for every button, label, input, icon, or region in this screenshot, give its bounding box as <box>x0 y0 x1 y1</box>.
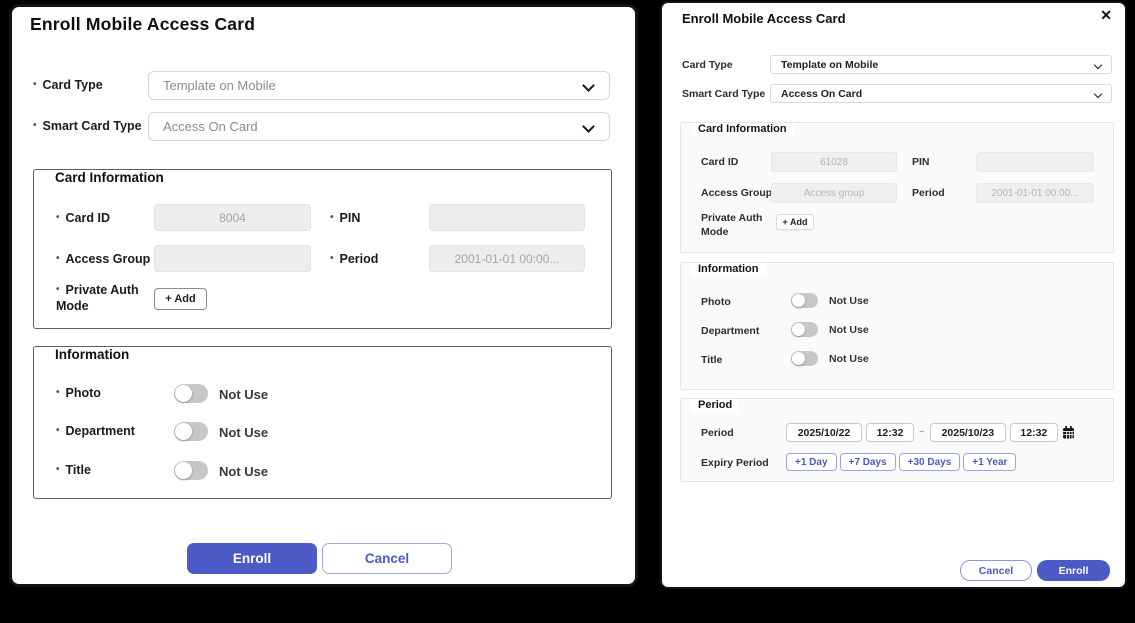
card-id-label: •Card ID <box>56 211 110 225</box>
card-information-fieldset: Card Information Card ID PIN Access Grou… <box>680 122 1114 253</box>
toggle-knob <box>175 423 192 440</box>
toggle-knob <box>175 462 192 479</box>
card-id-input[interactable] <box>771 152 897 172</box>
expiry-plus-7-days-button[interactable]: +7 Days <box>840 453 896 471</box>
photo-label: Photo <box>701 296 731 308</box>
access-group-input[interactable] <box>771 183 897 203</box>
access-group-label: •Access Group <box>56 252 150 266</box>
period-input[interactable] <box>429 245 585 272</box>
bullet-icon: • <box>33 79 37 90</box>
expiry-period-label: Expiry Period <box>701 457 769 469</box>
information-legend: Information <box>691 263 766 275</box>
pin-input[interactable] <box>976 152 1094 172</box>
card-type-select[interactable]: Template on Mobile <box>770 55 1112 74</box>
card-information-legend: Card Information <box>691 123 794 135</box>
department-toggle-state: Not Use <box>219 425 268 440</box>
private-auth-mode-label: Private Auth Mode <box>701 212 765 239</box>
add-private-auth-button[interactable]: + Add <box>776 214 814 230</box>
add-private-auth-button[interactable]: + Add <box>154 288 207 310</box>
department-toggle[interactable] <box>174 422 208 441</box>
card-information-legend: Card Information <box>46 170 173 185</box>
title-toggle[interactable] <box>174 461 208 480</box>
cancel-button[interactable]: Cancel <box>960 560 1032 581</box>
photo-toggle-state: Not Use <box>829 295 869 307</box>
card-type-select[interactable]: Template on Mobile <box>148 71 610 100</box>
private-auth-mode-label: •Private Auth Mode <box>56 283 144 314</box>
period-label: Period <box>701 427 734 439</box>
calendar-icon[interactable] <box>1062 426 1075 439</box>
smart-card-type-label: Smart Card Type <box>682 88 765 100</box>
photo-toggle[interactable] <box>791 293 818 308</box>
photo-label: •Photo <box>56 386 101 400</box>
access-group-label: Access Group <box>701 187 772 199</box>
bullet-icon: • <box>33 120 37 131</box>
chevron-down-icon <box>582 120 595 133</box>
card-type-value: Template on Mobile <box>163 78 276 93</box>
chevron-down-icon <box>1094 61 1102 69</box>
title-toggle-state: Not Use <box>829 353 869 365</box>
start-date-input[interactable]: 2025/10/22 <box>786 423 862 442</box>
period-label: Period <box>912 187 945 199</box>
photo-toggle-state: Not Use <box>219 387 268 402</box>
period-input[interactable] <box>976 183 1094 203</box>
smart-card-type-select[interactable]: Access On Card <box>770 84 1112 103</box>
expiry-plus-1-day-button[interactable]: +1 Day <box>786 453 837 471</box>
information-fieldset: Information Photo Not Use Department Not… <box>680 262 1114 390</box>
title-toggle[interactable] <box>791 351 818 366</box>
period-legend: Period <box>691 399 739 411</box>
toggle-knob <box>175 385 192 402</box>
title-label: •Title <box>56 463 91 477</box>
enroll-button[interactable]: Enroll <box>187 543 317 574</box>
close-icon[interactable]: ✕ <box>1100 8 1112 22</box>
information-legend: Information <box>46 347 138 362</box>
toggle-knob <box>792 352 805 365</box>
end-date-input[interactable]: 2025/10/23 <box>930 423 1006 442</box>
title-label: Title <box>701 354 722 366</box>
card-type-value: Template on Mobile <box>781 59 878 71</box>
expiry-plus-1-year-button[interactable]: +1 Year <box>963 453 1016 471</box>
card-type-label: •Card Type <box>33 78 103 92</box>
card-id-label: Card ID <box>701 156 738 168</box>
card-type-label: Card Type <box>682 59 733 71</box>
right-dialog: Enroll Mobile Access Card ✕ Card Type Te… <box>660 1 1127 589</box>
smart-card-type-select[interactable]: Access On Card <box>148 112 610 141</box>
start-time-input[interactable]: 12:32 <box>866 423 914 442</box>
card-information-fieldset: Card Information •Card ID •PIN •Access G… <box>33 169 612 329</box>
department-label: Department <box>701 325 759 337</box>
range-separator: ~ <box>918 427 926 438</box>
period-fieldset: Period Period 2025/10/22 12:32 ~ 2025/10… <box>680 398 1114 482</box>
expiry-options-row: +1 Day +7 Days +30 Days +1 Year <box>786 453 1016 471</box>
period-label: •Period <box>330 252 378 266</box>
department-toggle-state: Not Use <box>829 324 869 336</box>
left-dialog: Enroll Mobile Access Card •Card Type Tem… <box>9 4 638 587</box>
dialog-title: Enroll Mobile Access Card <box>682 11 846 26</box>
access-group-input[interactable] <box>154 245 311 272</box>
chevron-down-icon <box>1094 90 1102 98</box>
chevron-down-icon <box>582 79 595 92</box>
pin-input[interactable] <box>429 204 585 231</box>
end-time-input[interactable]: 12:32 <box>1010 423 1058 442</box>
toggle-knob <box>792 294 805 307</box>
department-label: •Department <box>56 424 135 438</box>
department-toggle[interactable] <box>791 322 818 337</box>
card-id-input[interactable] <box>154 204 311 231</box>
photo-toggle[interactable] <box>174 384 208 403</box>
smart-card-type-label: •Smart Card Type <box>33 119 142 133</box>
pin-label: •PIN <box>330 211 360 225</box>
smart-card-type-value: Access On Card <box>163 119 258 134</box>
period-range-row: 2025/10/22 12:32 ~ 2025/10/23 12:32 <box>786 423 1075 442</box>
pin-label: PIN <box>912 156 930 168</box>
cancel-button[interactable]: Cancel <box>322 543 452 574</box>
dialog-title: Enroll Mobile Access Card <box>30 14 255 35</box>
title-toggle-state: Not Use <box>219 464 268 479</box>
expiry-plus-30-days-button[interactable]: +30 Days <box>899 453 961 471</box>
smart-card-type-value: Access On Card <box>781 88 862 100</box>
toggle-knob <box>792 323 805 336</box>
information-fieldset: Information •Photo Not Use •Department N… <box>33 346 612 499</box>
enroll-button[interactable]: Enroll <box>1037 560 1110 581</box>
